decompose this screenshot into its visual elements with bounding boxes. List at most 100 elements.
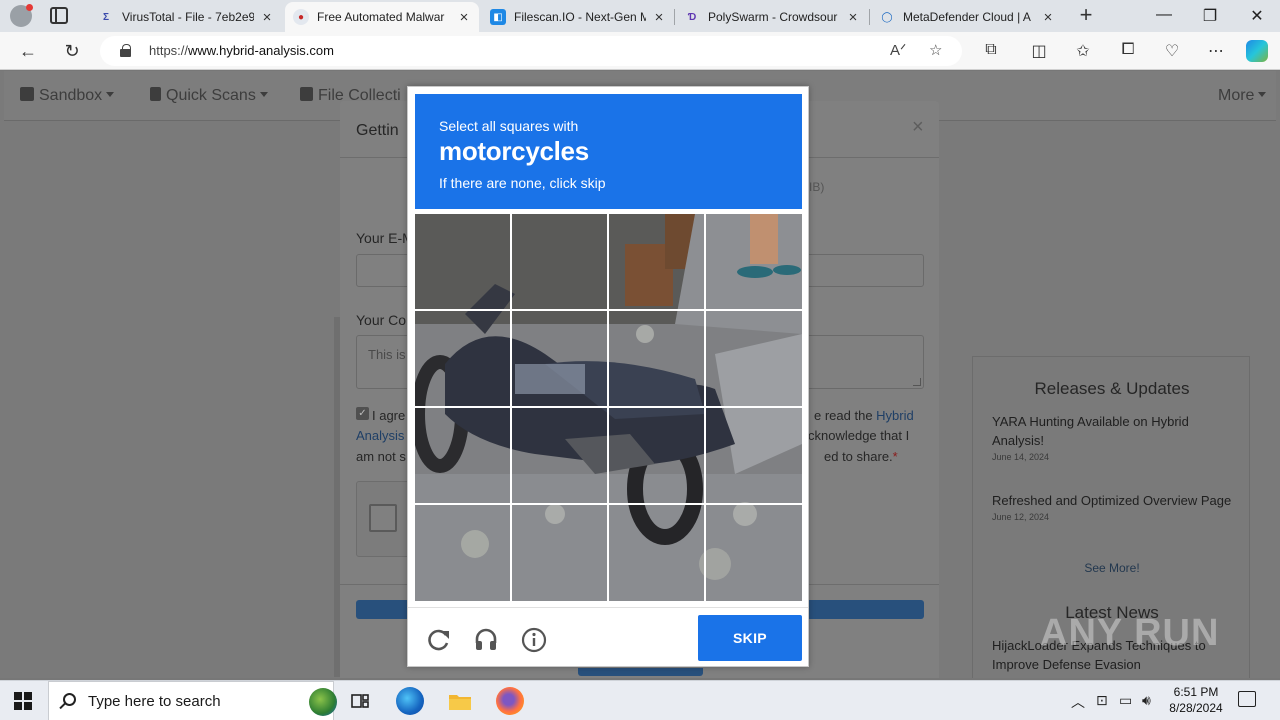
tab-actions-icon[interactable]: [50, 7, 68, 24]
release-date: June 14, 2024: [992, 452, 1050, 462]
captcha-tile[interactable]: [706, 214, 801, 309]
address-toolbar: ← ↻ https://www.hybrid-analysis.com Aᐟ ☆…: [0, 32, 1280, 70]
secondary-button[interactable]: [578, 668, 703, 676]
agree-checkbox[interactable]: ✓: [356, 407, 369, 420]
task-view-icon[interactable]: [346, 687, 374, 715]
skip-button[interactable]: SKIP: [698, 615, 802, 661]
reload-icon[interactable]: [426, 627, 452, 653]
releases-title: Releases & Updates: [1034, 379, 1190, 398]
hybrid-link[interactable]: Hybrid: [876, 408, 914, 423]
release-title[interactable]: YARA Hunting Available on Hybrid Analysi…: [992, 412, 1232, 450]
address-bar[interactable]: https://www.hybrid-analysis.com Aᐟ ☆: [100, 36, 962, 66]
volume-icon[interactable]: 🔊︎: [1142, 692, 1151, 709]
captcha-tile[interactable]: [415, 408, 510, 503]
minimize-button[interactable]: —: [1154, 6, 1174, 24]
lock-icon[interactable]: [120, 44, 131, 57]
file-explorer-icon[interactable]: [446, 687, 474, 715]
favorite-star-icon[interactable]: ☆: [929, 41, 942, 59]
read-aloud-icon[interactable]: Aᐟ: [890, 41, 906, 59]
filescan-favicon-icon: ◧: [490, 9, 506, 25]
captcha-footer-divider: [408, 607, 808, 608]
edge-browser-icon[interactable]: [396, 687, 424, 715]
tab-close-icon[interactable]: ×: [260, 9, 274, 26]
copilot-icon[interactable]: [1246, 40, 1268, 62]
nav-sandbox[interactable]: Sandbox: [20, 87, 115, 105]
info-icon[interactable]: [521, 627, 547, 653]
notifications-icon[interactable]: [1238, 691, 1256, 707]
captcha-tile[interactable]: [415, 311, 510, 406]
network-adapter-icon[interactable]: ⊡: [1096, 692, 1108, 709]
agree-text: I agre: [372, 408, 406, 423]
tab-polyswarm[interactable]: Ɗ PolySwarm - Crowdsour ×: [676, 2, 868, 32]
browser-essentials-icon[interactable]: ♡: [1161, 41, 1183, 61]
search-highlight-globe-icon[interactable]: [309, 688, 337, 716]
nav-sandbox-label: Sandbox: [39, 87, 103, 104]
tab-close-icon[interactable]: ×: [652, 9, 666, 26]
captcha-tile[interactable]: [512, 408, 607, 503]
split-screen-icon[interactable]: ◫: [1028, 41, 1050, 61]
settings-more-icon[interactable]: ⋯: [1205, 41, 1227, 61]
tab-metadefender[interactable]: ◯ MetaDefender Cloud | A ×: [871, 2, 1063, 32]
clock[interactable]: 6:51 PM 8/28/2024: [1166, 684, 1226, 716]
windows-start-icon[interactable]: [14, 692, 32, 710]
hybrid-analysis-favicon-icon: ●: [293, 9, 309, 25]
see-more-link[interactable]: See More!: [973, 561, 1251, 575]
new-tab-button[interactable]: +: [1075, 4, 1097, 26]
clock-date: 8/28/2024: [1169, 701, 1223, 715]
nav-quick-scans[interactable]: Quick Scans: [150, 87, 268, 105]
captcha-tile[interactable]: [609, 408, 704, 503]
show-hidden-icons-chevron-icon[interactable]: ︿: [1071, 692, 1085, 712]
nav-quick-scans-label: Quick Scans: [166, 87, 256, 104]
release-item[interactable]: Refreshed and Optimized Overview Page Ju…: [992, 491, 1232, 522]
captcha-tile[interactable]: [512, 505, 607, 600]
captcha-instruction: Select all squares with: [439, 118, 579, 134]
virustotal-favicon-icon: Σ: [102, 11, 109, 23]
tab-virustotal[interactable]: Σ VirusTotal - File - 7eb2e9 ×: [90, 2, 282, 32]
agree-link-analysis[interactable]: Analysis: [356, 426, 404, 446]
maximize-button[interactable]: ❐: [1200, 6, 1220, 26]
release-item[interactable]: YARA Hunting Available on Hybrid Analysi…: [992, 412, 1232, 462]
resize-handle-icon[interactable]: [913, 378, 921, 386]
captcha-tile[interactable]: [706, 408, 801, 503]
captcha-tile[interactable]: [609, 214, 704, 309]
taskbar-search[interactable]: Type here to search: [48, 681, 337, 720]
tab-title: Free Automated Malwar: [317, 10, 445, 24]
anyrun-watermark: ANY RUN: [1040, 612, 1220, 654]
close-window-button[interactable]: ✕: [1247, 6, 1267, 26]
network-icon[interactable]: ▭: [1119, 692, 1132, 709]
captcha-tile[interactable]: [512, 311, 607, 406]
terms-link[interactable]: Analysis: [356, 428, 404, 443]
collections-icon[interactable]: ⧠: [1117, 41, 1139, 59]
release-title[interactable]: Refreshed and Optimized Overview Page: [992, 491, 1232, 510]
audio-icon[interactable]: [473, 627, 499, 653]
captcha-tile[interactable]: [415, 505, 510, 600]
agree-text: am not s: [356, 449, 406, 464]
recaptcha-checkbox[interactable]: [369, 504, 397, 532]
tab-close-icon[interactable]: ×: [1041, 9, 1055, 26]
tab-filescan[interactable]: ◧ Filescan.IO - Next-Gen M ×: [482, 2, 674, 32]
url-text[interactable]: https://www.hybrid-analysis.com: [149, 43, 334, 58]
nav-more[interactable]: More: [1218, 87, 1267, 105]
favorites-icon[interactable]: ✩: [1072, 41, 1094, 61]
profile-avatar[interactable]: [10, 4, 33, 27]
nav-more-label: More: [1218, 87, 1255, 104]
url-host: www.hybrid-analysis.com: [188, 43, 334, 58]
chevron-down-icon: [106, 92, 115, 97]
tab-close-icon[interactable]: ×: [457, 9, 471, 26]
captcha-tile[interactable]: [609, 311, 704, 406]
agree-text-end: ed to share.*: [824, 447, 898, 467]
reload-icon[interactable]: ↻: [60, 39, 84, 63]
captcha-tile[interactable]: [415, 214, 510, 309]
captcha-tile[interactable]: [609, 505, 704, 600]
modal-title: Gettin: [356, 122, 399, 139]
captcha-tile[interactable]: [512, 214, 607, 309]
tab-hybrid-analysis[interactable]: ● Free Automated Malwar ×: [285, 2, 479, 32]
captcha-tile[interactable]: [706, 505, 801, 600]
captcha-tile[interactable]: [706, 311, 801, 406]
back-arrow-icon[interactable]: ←: [16, 39, 40, 63]
agree-text: e read the: [814, 408, 877, 423]
modal-close-button[interactable]: ×: [912, 116, 924, 139]
tab-close-icon[interactable]: ×: [846, 9, 860, 26]
firefox-icon[interactable]: [496, 687, 524, 715]
extensions-icon[interactable]: ⧉: [980, 41, 1002, 59]
